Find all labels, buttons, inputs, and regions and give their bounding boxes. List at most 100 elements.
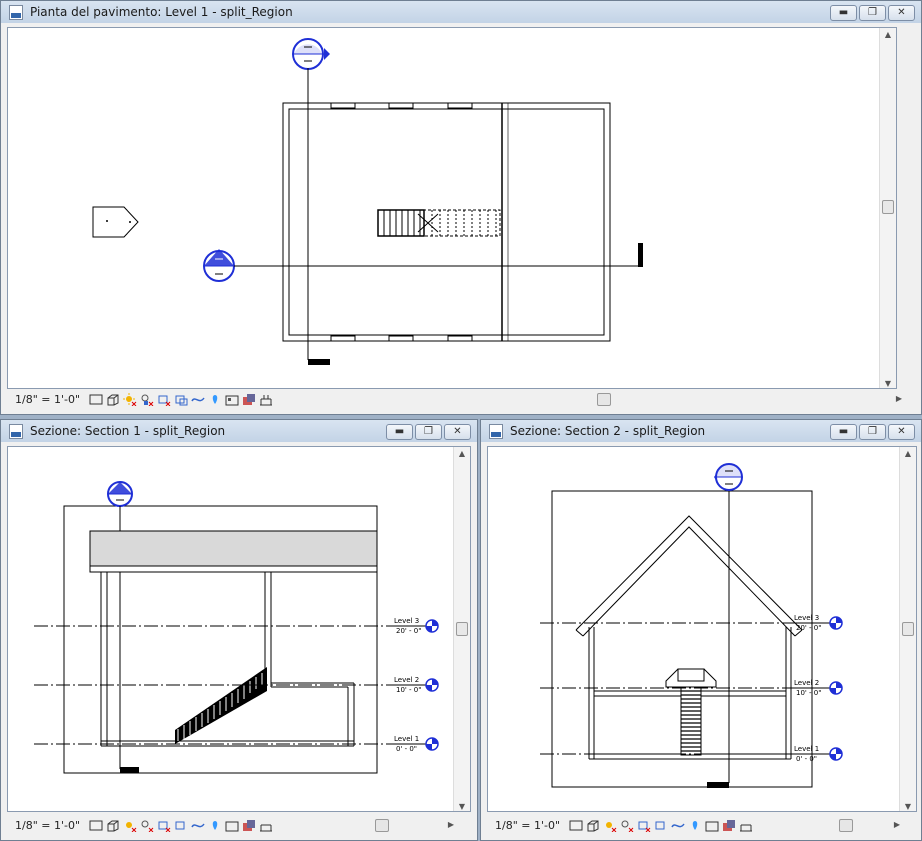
design-options-icon[interactable] bbox=[739, 819, 753, 832]
level1-name: Level 1 bbox=[794, 745, 819, 753]
minimize-button[interactable]: ▬ bbox=[830, 5, 857, 21]
reveal-hidden-icon[interactable] bbox=[208, 819, 222, 832]
building-section[interactable] bbox=[100, 572, 355, 747]
show-crop-icon[interactable] bbox=[174, 819, 188, 832]
section2-drawing: Level 3 20' - 0" Level 2 10' - 0" Level … bbox=[540, 463, 843, 788]
level3-name: Level 3 bbox=[794, 614, 819, 622]
floor-plan-title: Pianta del pavimento: Level 1 - split_Re… bbox=[30, 5, 293, 19]
visual-style-icon[interactable] bbox=[106, 819, 120, 832]
design-options-icon[interactable] bbox=[259, 819, 273, 832]
temporary-hide-icon[interactable] bbox=[191, 393, 205, 406]
horizontal-scroll-thumb[interactable] bbox=[839, 819, 853, 832]
restore-button[interactable]: ❐ bbox=[415, 424, 442, 440]
view-scale[interactable]: 1/8" = 1'-0" bbox=[15, 819, 80, 832]
building-plan[interactable] bbox=[282, 102, 611, 342]
visual-style-icon[interactable] bbox=[106, 393, 120, 406]
detail-level-icon[interactable] bbox=[89, 819, 103, 832]
section1-vscroll[interactable]: ▲ ▼ bbox=[453, 447, 470, 811]
shadows-icon[interactable] bbox=[140, 819, 154, 832]
temporary-hide-icon[interactable] bbox=[191, 819, 205, 832]
visual-style-icon[interactable] bbox=[586, 819, 600, 832]
view-scale[interactable]: 1/8" = 1'-0" bbox=[495, 819, 560, 832]
section1-titlebar[interactable]: Sezione: Section 1 - split_Region ▬ ❐ ✕ bbox=[1, 420, 477, 442]
scroll-up-arrow-icon[interactable]: ▲ bbox=[454, 449, 470, 458]
analytical-model-icon[interactable] bbox=[225, 819, 239, 832]
reveal-hidden-icon[interactable] bbox=[688, 819, 702, 832]
section-head[interactable] bbox=[107, 481, 133, 507]
section1-title: Sezione: Section 1 - split_Region bbox=[30, 424, 226, 438]
detail-level-icon[interactable] bbox=[569, 819, 583, 832]
level3-elev: 20' - 0" bbox=[796, 624, 821, 632]
scroll-thumb[interactable] bbox=[456, 622, 468, 636]
show-crop-icon[interactable] bbox=[654, 819, 668, 832]
floor-plan-titlebar[interactable]: Pianta del pavimento: Level 1 - split_Re… bbox=[1, 1, 921, 23]
scroll-down-arrow-icon[interactable]: ▼ bbox=[880, 379, 896, 388]
scroll-down-arrow-icon[interactable]: ▼ bbox=[900, 802, 916, 811]
horizontal-scroll-thumb[interactable] bbox=[597, 393, 611, 406]
section2-view-control-bar: 1/8" = 1'-0" ▶ bbox=[487, 816, 915, 836]
crop-view-icon[interactable] bbox=[637, 819, 651, 832]
rvt-app-icon bbox=[9, 424, 23, 439]
section2-titlebar[interactable]: Sezione: Section 2 - split_Region ▬ ❐ ✕ bbox=[481, 420, 921, 442]
section1-view-control-bar: 1/8" = 1'-0" ▶ bbox=[7, 816, 469, 836]
close-button[interactable]: ✕ bbox=[888, 424, 915, 440]
section2-title: Sezione: Section 2 - split_Region bbox=[510, 424, 706, 438]
shadows-icon[interactable] bbox=[140, 393, 154, 406]
level-heads[interactable] bbox=[425, 619, 439, 751]
sun-path-icon[interactable] bbox=[123, 393, 137, 406]
restore-button[interactable]: ❐ bbox=[859, 424, 886, 440]
crop-view-icon[interactable] bbox=[157, 819, 171, 832]
worksharing-icon[interactable] bbox=[722, 819, 736, 832]
elevation-tag[interactable] bbox=[92, 206, 139, 238]
scroll-right-arrow-icon[interactable]: ▶ bbox=[443, 820, 459, 829]
scroll-right-arrow-icon[interactable]: ▶ bbox=[891, 394, 907, 403]
worksharing-icon[interactable] bbox=[242, 393, 256, 406]
scroll-down-arrow-icon[interactable]: ▼ bbox=[454, 802, 470, 811]
level3-elev: 20' - 0" bbox=[396, 627, 421, 635]
level2-elev: 10' - 0" bbox=[396, 686, 421, 694]
shadows-icon[interactable] bbox=[620, 819, 634, 832]
level2-name: Level 2 bbox=[394, 676, 419, 684]
section1-canvas[interactable]: Level 3 20' - 0" Level 2 10' - 0" Level … bbox=[7, 446, 471, 812]
roof-slab bbox=[89, 530, 378, 567]
detail-level-icon[interactable] bbox=[89, 393, 103, 406]
analytical-model-icon[interactable] bbox=[225, 393, 239, 406]
temporary-hide-icon[interactable] bbox=[671, 819, 685, 832]
design-options-icon[interactable] bbox=[259, 393, 273, 406]
restore-button[interactable]: ❐ bbox=[859, 5, 886, 21]
level-heads[interactable] bbox=[829, 616, 843, 761]
stair-plan[interactable] bbox=[377, 209, 501, 237]
floor-plan-drawing bbox=[92, 38, 643, 365]
worksharing-icon[interactable] bbox=[242, 819, 256, 832]
section2-canvas[interactable]: Level 3 20' - 0" Level 2 10' - 0" Level … bbox=[487, 446, 917, 812]
analytical-model-icon[interactable] bbox=[705, 819, 719, 832]
close-button[interactable]: ✕ bbox=[444, 424, 471, 440]
floor-plan-window[interactable]: Pianta del pavimento: Level 1 - split_Re… bbox=[0, 0, 922, 415]
scroll-up-arrow-icon[interactable]: ▲ bbox=[880, 30, 896, 39]
floor-plan-vscroll[interactable]: ▲ ▼ bbox=[879, 28, 896, 388]
horizontal-scroll-thumb[interactable] bbox=[375, 819, 389, 832]
section1-window[interactable]: Sezione: Section 1 - split_Region ▬ ❐ ✕ bbox=[0, 419, 478, 841]
scroll-up-arrow-icon[interactable]: ▲ bbox=[900, 449, 916, 458]
reveal-hidden-icon[interactable] bbox=[208, 393, 222, 406]
sun-path-icon[interactable] bbox=[603, 819, 617, 832]
section-head-top[interactable] bbox=[292, 38, 330, 70]
close-button[interactable]: ✕ bbox=[888, 5, 915, 21]
building-section[interactable] bbox=[575, 515, 803, 760]
minimize-button[interactable]: ▬ bbox=[386, 424, 413, 440]
section-head[interactable] bbox=[714, 463, 743, 491]
section-head-left[interactable] bbox=[203, 249, 235, 282]
scroll-thumb[interactable] bbox=[902, 622, 914, 636]
level3-name: Level 3 bbox=[394, 617, 419, 625]
floor-plan-canvas[interactable]: ▲ ▼ bbox=[7, 27, 897, 389]
level-lines[interactable] bbox=[34, 625, 426, 745]
section2-vscroll[interactable]: ▲ ▼ bbox=[899, 447, 916, 811]
show-crop-icon[interactable] bbox=[174, 393, 188, 406]
crop-view-icon[interactable] bbox=[157, 393, 171, 406]
minimize-button[interactable]: ▬ bbox=[830, 424, 857, 440]
scroll-thumb[interactable] bbox=[882, 200, 894, 214]
scroll-right-arrow-icon[interactable]: ▶ bbox=[889, 820, 905, 829]
view-scale[interactable]: 1/8" = 1'-0" bbox=[15, 393, 80, 406]
section2-window[interactable]: Sezione: Section 2 - split_Region ▬ ❐ ✕ bbox=[480, 419, 922, 841]
sun-path-icon[interactable] bbox=[123, 819, 137, 832]
